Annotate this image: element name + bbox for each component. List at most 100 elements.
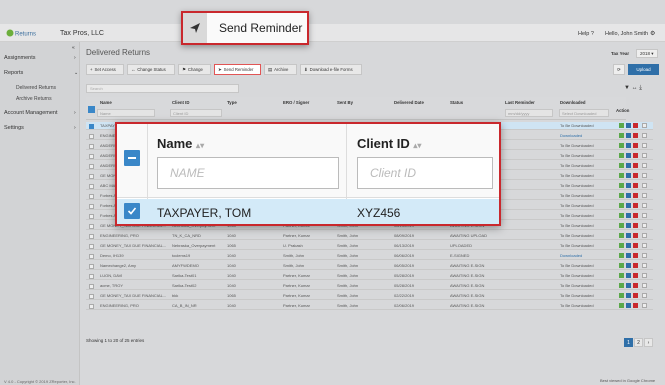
pdf-icon[interactable] (633, 293, 638, 298)
view-icon[interactable] (626, 273, 631, 278)
more-menu-icon[interactable] (642, 173, 647, 178)
sidebar-item-settings[interactable]: Settings (4, 125, 24, 131)
more-menu-icon[interactable] (642, 253, 647, 258)
view-icon[interactable] (626, 293, 631, 298)
more-menu-icon[interactable] (642, 203, 647, 208)
row-checkbox[interactable] (89, 203, 94, 209)
row-checkbox[interactable] (89, 173, 94, 179)
pdf-icon[interactable] (633, 213, 638, 218)
more-menu-icon[interactable] (642, 243, 647, 248)
th-col-5[interactable]: Delivered Date (394, 100, 424, 105)
toolbar-button-1[interactable]: ↔ Change Status (127, 64, 175, 75)
page-2[interactable]: 2 (634, 338, 643, 347)
toolbar-button-5[interactable]: ⬇ Download e-file Forms (300, 64, 362, 75)
pdf-icon[interactable] (633, 133, 638, 138)
sidebar-sub-delivered[interactable]: Delivered Returns (16, 85, 56, 91)
row-checkbox[interactable] (89, 283, 94, 289)
pdf-icon[interactable] (633, 233, 638, 238)
help-link[interactable]: Help ? (578, 31, 594, 37)
more-menu-icon[interactable] (642, 283, 647, 288)
excel-icon[interactable] (619, 193, 624, 198)
filter-name[interactable]: Name (97, 109, 155, 117)
more-menu-icon[interactable] (642, 213, 647, 218)
th-col-8[interactable]: Downloaded (560, 100, 586, 105)
excel-icon[interactable] (619, 163, 624, 168)
pdf-icon[interactable] (633, 243, 638, 248)
view-icon[interactable] (626, 203, 631, 208)
zoom-client-filter[interactable]: Client ID (357, 157, 493, 189)
excel-icon[interactable] (619, 223, 624, 228)
table-row[interactable]: ENGINEERING, PRO CA_B_IN_NR 1040 Partner, K… (86, 302, 653, 310)
view-icon[interactable] (626, 233, 631, 238)
excel-icon[interactable] (619, 273, 624, 278)
excel-icon[interactable] (619, 253, 624, 258)
view-icon[interactable] (626, 243, 631, 248)
pdf-icon[interactable] (633, 143, 638, 148)
pdf-icon[interactable] (633, 183, 638, 188)
tax-year-select[interactable]: 2018 ▾ (636, 49, 658, 58)
header-checkbox[interactable] (88, 106, 95, 113)
row-checkbox[interactable] (89, 153, 94, 159)
excel-icon[interactable] (619, 183, 624, 188)
sidebar-sub-archive[interactable]: Archive Returns (16, 96, 52, 102)
excel-icon[interactable] (619, 233, 624, 238)
toolbar-button-4[interactable]: ▤ Archive (264, 64, 297, 75)
zoom-name-filter[interactable]: NAME (157, 157, 339, 189)
table-row[interactable]: LUON, DAVI Sarika-Test01 1040 Partner, Kuma… (86, 272, 653, 280)
view-icon[interactable] (626, 223, 631, 228)
more-menu-icon[interactable] (642, 163, 647, 168)
excel-icon[interactable] (619, 203, 624, 208)
search-input[interactable]: Search (86, 84, 239, 93)
view-icon[interactable] (626, 253, 631, 258)
row-checkbox[interactable] (89, 163, 94, 169)
view-icon[interactable] (626, 303, 631, 308)
table-row[interactable]: acme, TROY Sarika-Test02 1040 Partner, Kuma… (86, 282, 653, 290)
excel-icon[interactable] (619, 283, 624, 288)
excel-icon[interactable] (619, 153, 624, 158)
excel-icon[interactable] (619, 263, 624, 268)
more-menu-icon[interactable] (642, 223, 647, 228)
pdf-icon[interactable] (633, 273, 638, 278)
refresh-button[interactable]: ⟳ (613, 64, 625, 75)
th-col-6[interactable]: Status (450, 100, 463, 105)
row-checkbox[interactable] (89, 213, 94, 219)
more-menu-icon[interactable] (642, 233, 647, 238)
page-1[interactable]: 1 (624, 338, 633, 347)
th-col-0[interactable]: Name (100, 100, 112, 105)
row-checkbox[interactable] (124, 203, 140, 219)
th-col-3[interactable]: ERO / Signer (283, 100, 309, 105)
th-col-2[interactable]: Type (227, 100, 237, 105)
more-menu-icon[interactable] (642, 143, 647, 148)
pdf-icon[interactable] (633, 123, 638, 128)
row-checkbox[interactable] (89, 253, 94, 259)
user-greeting[interactable]: Hello, John Smith (605, 31, 648, 37)
view-icon[interactable] (626, 173, 631, 178)
pdf-icon[interactable] (633, 223, 638, 228)
row-checkbox[interactable] (89, 223, 94, 229)
sidebar-item-account[interactable]: Account Management (4, 110, 58, 116)
th-col-7[interactable]: Last Reminder (505, 100, 535, 105)
pdf-icon[interactable] (633, 203, 638, 208)
more-menu-icon[interactable] (642, 193, 647, 198)
more-menu-icon[interactable] (642, 303, 647, 308)
table-row[interactable]: GE MONEY_TAX DUE FINANCIAL... Nebraska_Ov… (86, 242, 653, 250)
more-menu-icon[interactable] (642, 183, 647, 188)
view-icon[interactable] (626, 143, 631, 148)
table-row[interactable]: GE MONEY_TAX DUE FINANCIAL... bkk 1065 Part… (86, 292, 653, 300)
excel-icon[interactable] (619, 243, 624, 248)
pdf-icon[interactable] (633, 173, 638, 178)
filter-client[interactable]: Client ID (170, 109, 222, 117)
row-checkbox[interactable] (89, 273, 94, 279)
excel-icon[interactable] (619, 213, 624, 218)
view-icon[interactable] (626, 263, 631, 268)
sidebar-item-assignments[interactable]: Assignments (4, 55, 36, 61)
view-icon[interactable] (626, 153, 631, 158)
view-icon[interactable] (626, 213, 631, 218)
pdf-icon[interactable] (633, 163, 638, 168)
gear-icon[interactable]: ⚙ (650, 30, 655, 37)
view-icon[interactable] (626, 163, 631, 168)
more-menu-icon[interactable] (642, 273, 647, 278)
pdf-icon[interactable] (633, 303, 638, 308)
upload-button[interactable]: Upload (628, 64, 659, 75)
more-menu-icon[interactable] (642, 153, 647, 158)
